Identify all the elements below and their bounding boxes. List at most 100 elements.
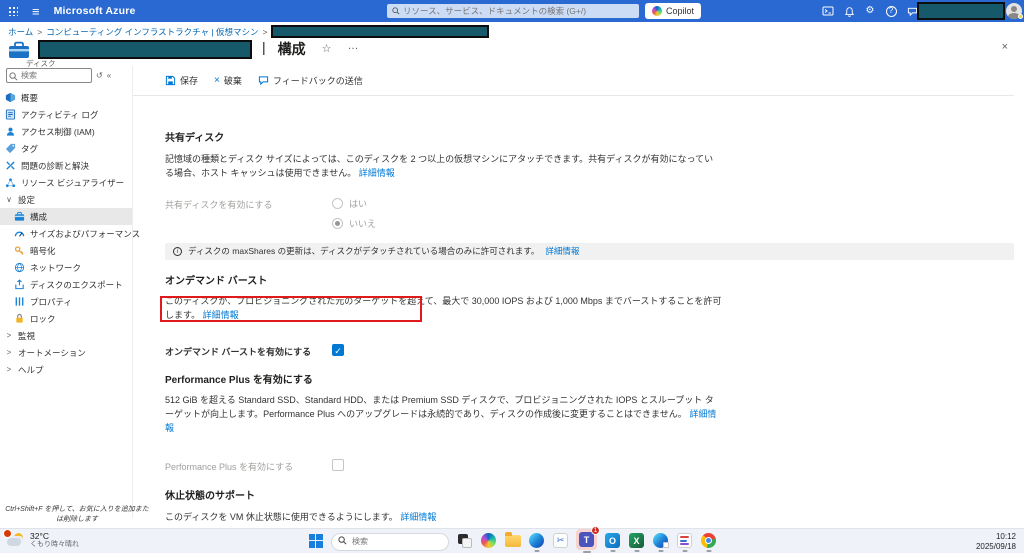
sidebar-group-settings[interactable]: ∨ 設定 (0, 191, 132, 208)
performance-plus-heading: Performance Plus を有効にする (165, 374, 313, 386)
sidebar-group-automation[interactable]: > オートメーション (0, 344, 132, 361)
windows-logo-icon (308, 533, 323, 548)
network-icon (14, 262, 25, 273)
azure-top-bar: ≡ Microsoft Azure Copilot ⚙ ? (0, 0, 1024, 22)
shared-disk-learn-more-link[interactable]: 詳細情報 (359, 168, 395, 178)
taskbar-clock[interactable]: 10:12 2025/09/18 (976, 532, 1016, 552)
sidebar-item-resource-visualizer[interactable]: リソース ビジュアライザー (0, 174, 132, 191)
notes-app-icon[interactable] (676, 532, 693, 553)
sidebar-group-help[interactable]: > ヘルプ (0, 361, 132, 378)
search-icon (392, 7, 400, 15)
radio-yes[interactable] (332, 197, 343, 209)
sidebar-item-label: 問題の診断と解決 (21, 160, 90, 171)
teams-icon-active[interactable]: T 1 (576, 526, 600, 553)
copilot-label: Copilot (666, 6, 695, 16)
azure-portal-screen: ≡ Microsoft Azure Copilot ⚙ ? ホーム > コンピュ… (0, 0, 1024, 553)
breadcrumb-home[interactable]: ホーム (8, 26, 33, 38)
windows-taskbar: 32°C くもり時々晴れ ✂ T 1 O X (0, 526, 1024, 553)
sidebar-item-label: アクティビティ ログ (21, 109, 99, 120)
radio-option-yes[interactable]: はい (332, 197, 376, 210)
performance-plus-toggle-label: Performance Plus を有効にする (165, 461, 294, 472)
file-explorer-icon[interactable] (504, 531, 521, 549)
bursting-checkbox-checked[interactable] (332, 343, 344, 356)
sidebar-refresh-icon[interactable]: ↺ (96, 71, 103, 80)
sidebar-item-size-performance[interactable]: サイズおよびパフォーマンス (0, 225, 140, 242)
save-label: 保存 (180, 76, 199, 86)
excel-icon[interactable]: X (628, 532, 645, 553)
more-options-icon[interactable]: … (348, 40, 359, 52)
sidebar-item-overview[interactable]: 概要 (0, 89, 132, 106)
snipping-tool-icon[interactable]: ✂ (552, 532, 569, 549)
configuration-icon (14, 211, 25, 222)
breadcrumb-vm-section[interactable]: コンピューティング インフラストラクチャ | 仮想マシン (46, 26, 258, 38)
sidebar-item-activity-log[interactable]: アクティビティ ログ (0, 106, 132, 123)
settings-gear-icon[interactable]: ⚙ (864, 5, 876, 17)
windows-start-button[interactable] (307, 532, 324, 549)
sidebar-item-tags[interactable]: タグ (0, 140, 132, 157)
chrome-icon[interactable] (700, 532, 717, 553)
copilot-button[interactable]: Copilot (645, 3, 702, 19)
breadcrumb: ホーム > コンピューティング インフラストラクチャ | 仮想マシン > (8, 25, 490, 38)
export-icon (14, 279, 25, 290)
hibernation-description: このディスクを VM 休止状態に使用できるようにします。 詳細情報 (165, 511, 722, 525)
save-icon (165, 75, 176, 86)
lock-icon (14, 313, 25, 324)
sidebar-item-label: ネットワーク (30, 262, 82, 273)
performance-plus-toggle-row: Performance Plus を有効にする (165, 458, 1014, 473)
sidebar-item-label: アクセス制御 (IAM) (21, 126, 95, 137)
radio-option-no[interactable]: いいえ (332, 217, 376, 230)
sidebar-item-encryption[interactable]: 暗号化 (0, 242, 132, 259)
activity-log-icon (5, 109, 16, 120)
sidebar-collapse-icon[interactable]: « (107, 71, 111, 80)
edge-browser-icon[interactable] (528, 532, 545, 553)
send-feedback-button[interactable]: フィードバックの送信 (258, 74, 363, 87)
sidebar-item-access-control-iam[interactable]: アクセス制御 (IAM) (0, 123, 132, 140)
edge-work-profile-icon[interactable] (652, 532, 669, 553)
outlook-icon[interactable]: O (604, 532, 621, 553)
sidebar-item-label: ロック (30, 313, 56, 324)
hibernation-learn-more-link[interactable]: 詳細情報 (400, 512, 436, 522)
weather-widget[interactable]: 32°C くもり時々晴れ (3, 529, 79, 550)
save-button[interactable]: 保存 (165, 74, 198, 87)
discard-x-icon: × (214, 75, 220, 86)
taskbar-center: ✂ T 1 O X (307, 526, 717, 553)
sidebar-item-label: ディスクのエクスポート (30, 279, 123, 290)
discard-button[interactable]: × 破棄 (214, 74, 242, 87)
performance-plus-checkbox[interactable] (332, 458, 344, 471)
avatar-presence-dot (1018, 14, 1023, 19)
sidebar-item-disk-export[interactable]: ディスクのエクスポート (0, 276, 132, 293)
radio-no-selected[interactable] (332, 217, 343, 229)
performance-plus-description: 512 GiB を超える Standard SSD、Standard HDD、ま… (165, 394, 722, 436)
taskbar-search-input[interactable] (331, 532, 449, 551)
maxshares-learn-more-link[interactable]: 詳細情報 (545, 245, 579, 257)
global-search-input[interactable] (387, 4, 639, 18)
hamburger-menu-icon[interactable]: ≡ (32, 5, 40, 18)
close-blade-icon[interactable]: × (1002, 41, 1008, 53)
sidebar-item-locks[interactable]: ロック (0, 310, 132, 327)
disk-resource-icon (9, 41, 29, 58)
radio-yes-label: はい (349, 198, 368, 209)
sidebar-item-properties[interactable]: プロパティ (0, 293, 132, 310)
chevron-down-icon: ∨ (6, 195, 12, 204)
task-view-button[interactable] (456, 532, 473, 549)
bursting-learn-more-link[interactable]: 詳細情報 (203, 310, 239, 320)
notifications-bell-icon[interactable] (843, 5, 855, 17)
shared-disk-heading: 共有ディスク (165, 133, 225, 144)
iam-icon (5, 126, 16, 137)
copilot-taskbar-icon[interactable] (480, 532, 497, 549)
waffle-menu-icon[interactable] (8, 6, 18, 16)
teams-notification-badge: 1 (591, 526, 600, 536)
favorite-star-icon[interactable]: ☆ (322, 42, 332, 55)
help-icon[interactable]: ? (885, 5, 897, 17)
sidebar-item-configuration[interactable]: 構成 (0, 208, 132, 225)
sidebar-search-input[interactable] (6, 68, 92, 83)
sidebar-item-networking[interactable]: ネットワーク (0, 259, 132, 276)
breadcrumb-separator: > (37, 26, 43, 37)
hibernation-heading: 休止状態のサポート (165, 490, 255, 502)
sidebar-item-label: オートメーション (18, 347, 86, 358)
sidebar-group-monitoring[interactable]: > 監視 (0, 327, 132, 344)
maxshares-info-banner: i ディスクの maxShares の更新は、ディスクがデタッチされている場合の… (165, 242, 1014, 260)
sidebar-item-diagnose-solve[interactable]: 問題の診断と解決 (0, 157, 132, 174)
taskbar-search (331, 531, 449, 551)
cloud-shell-icon[interactable] (822, 5, 834, 17)
